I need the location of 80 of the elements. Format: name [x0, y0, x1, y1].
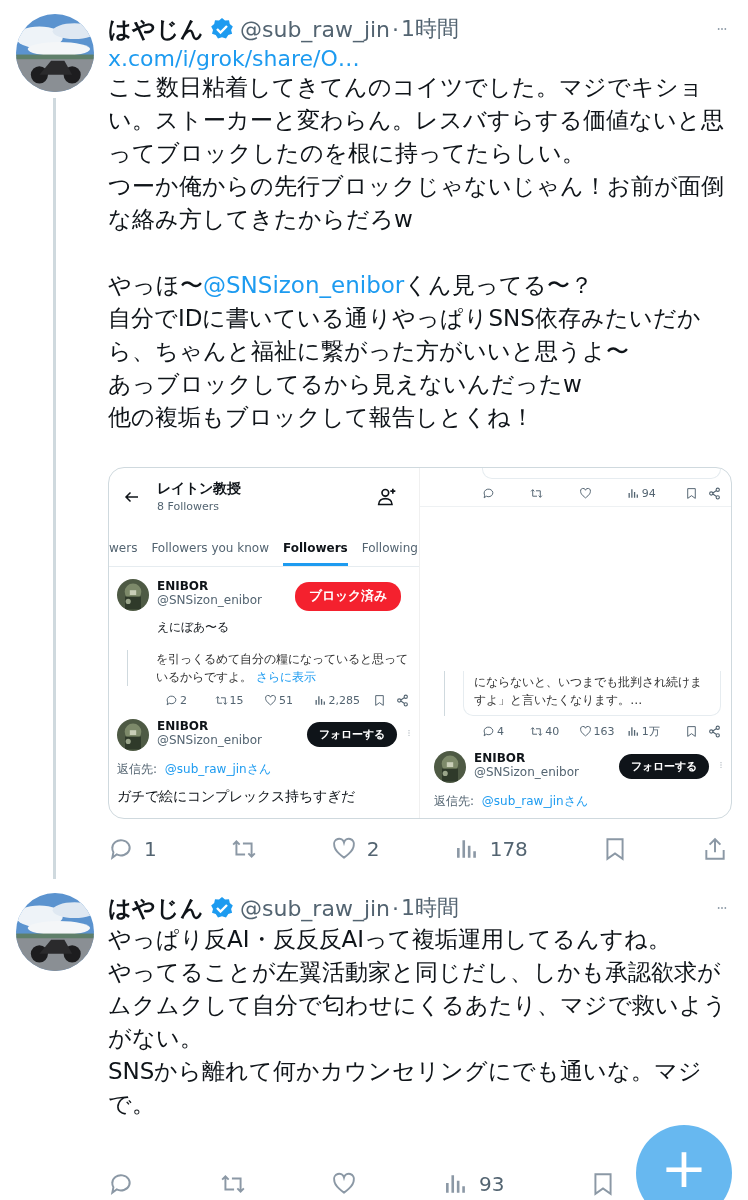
bar-chart-icon[interactable]: [313, 694, 327, 707]
post-text: つーか俺からの先行ブロックじゃないじゃん！お前が面倒な絡み方してきたからだろw: [108, 172, 725, 234]
separator-dot: ·: [392, 895, 400, 921]
bookmark-icon[interactable]: [685, 487, 698, 500]
reply-text: ガチで絵にコンプレックス持ちすぎだ: [117, 788, 356, 806]
bookmark-icon[interactable]: [373, 694, 386, 707]
link[interactable]: x.com/i/grok/share/O…: [108, 46, 360, 71]
compose-button[interactable]: +: [636, 1125, 732, 1200]
reply-icon[interactable]: [108, 836, 134, 862]
stat-count: 1万: [641, 724, 660, 739]
stat-count: 2,285: [328, 694, 360, 707]
tab[interactable]: wers: [109, 535, 138, 566]
stat-count: 51: [279, 694, 293, 707]
tab[interactable]: Followers you know: [151, 535, 269, 566]
reply-to-text: 返信先: @sub_raw_jinさん: [117, 761, 272, 778]
stat-count: 4: [497, 725, 504, 738]
retweet-icon[interactable]: [530, 487, 544, 500]
blocked-button[interactable]: ブロック済み: [295, 582, 401, 611]
show-more-link[interactable]: さらに表示: [256, 670, 317, 684]
post-text: あっブロックしてるから見えないんだったw: [108, 370, 583, 399]
author-name: はやじん: [108, 14, 204, 44]
stat-count: 163: [593, 725, 615, 738]
retweet-icon[interactable]: [530, 725, 544, 738]
tab[interactable]: Following: [361, 535, 418, 566]
heart-icon[interactable]: [264, 694, 277, 707]
retweet-icon[interactable]: [214, 694, 228, 707]
action-count: 2: [366, 837, 380, 861]
author-name: はやじん: [108, 893, 204, 923]
stat-count: 2: [180, 694, 187, 707]
reply-icon[interactable]: [165, 694, 178, 707]
bio-text: えにぼあ〜る: [157, 619, 230, 636]
quoted-text: にならないと、いつまでも批判され続けますよ」と言いたくなります。…: [463, 671, 721, 716]
user-handle: @SNSizon_enibor: [157, 733, 263, 747]
post-text: やっぱり反AI・反反反AIって複垢運用してるんすね。: [108, 925, 673, 954]
post-text: 自分でIDに書いている通りやっぱりSNS依存みたいだから、ちゃんと福祉に繋がった方がいいと思うよ〜: [108, 304, 702, 366]
action-count: 93: [479, 1172, 505, 1196]
stat-count: 40: [545, 725, 560, 738]
post-time: 1時間: [401, 15, 460, 43]
reply-icon[interactable]: [482, 725, 495, 738]
user-handle: @SNSizon_enibor: [474, 765, 580, 779]
user-handle: @sub_raw_jin: [240, 895, 391, 921]
user-name: ENIBOR: [157, 579, 210, 593]
heart-icon[interactable]: [578, 725, 592, 738]
mention-link[interactable]: @SNSizon_enibor: [203, 272, 405, 298]
bar-chart-icon[interactable]: [626, 487, 640, 500]
bar-chart-icon[interactable]: [626, 725, 640, 738]
profile-title: レイトン教授: [157, 480, 242, 498]
thread-line: [444, 671, 446, 716]
quoted-text: を引っくるめて自分の糧になっていると思っているからですよ。 さらに表示: [156, 651, 410, 686]
post-time: 1時間: [401, 894, 460, 922]
post-text: やっほ〜@SNSizon_enibor くん見ってる〜？: [108, 271, 595, 300]
stat-count: 94: [641, 487, 656, 500]
action-count: 178: [489, 837, 528, 861]
share-icon[interactable]: [708, 487, 721, 500]
user-name: ENIBOR: [157, 719, 210, 733]
post-text: 他の複垢もブロックして報告しとくね！: [108, 403, 535, 432]
mention-link[interactable]: @sub_raw_jinさん: [481, 794, 588, 808]
post-text: SNSから離れて何かカウンセリングにでも通いな。マジで。: [108, 1057, 704, 1119]
reply-icon[interactable]: [482, 487, 495, 500]
mention-link[interactable]: @sub_raw_jinさん: [164, 762, 271, 776]
user-name: ENIBOR: [474, 751, 527, 765]
bookmark-icon[interactable]: [685, 725, 698, 738]
share-icon[interactable]: [708, 725, 721, 738]
action-count: 1: [144, 837, 157, 861]
follower-count: 8 Followers: [157, 500, 221, 513]
add-person-icon: [377, 486, 397, 507]
thread-line: [127, 650, 129, 686]
user-handle: @sub_raw_jin: [240, 16, 391, 42]
stat-count: 15: [229, 694, 244, 707]
follow-button[interactable]: フォローする: [307, 722, 397, 747]
separator-dot: ·: [392, 16, 400, 42]
follow-button[interactable]: フォローする: [619, 754, 709, 779]
reply-icon[interactable]: [108, 1171, 134, 1197]
post-text: やってることが左翼活動家と同じだし、しかも承認欲求がムクムクして自分で匂わせにくるあたり、マジで救いようがない。: [108, 958, 728, 1053]
user-handle: @SNSizon_enibor: [157, 593, 263, 607]
tab[interactable]: Followers: [283, 535, 348, 566]
share-icon[interactable]: [396, 694, 409, 707]
post-text: ここ数日粘着してきてんのコイツでした。マジでキショい。ストーカーと変わらん。レスバすらする価値ないと思ってブロックしたのを根に持ってたらしい。: [108, 73, 725, 168]
reply-to-text: 返信先: @sub_raw_jinさん: [434, 793, 589, 810]
heart-icon[interactable]: [578, 487, 592, 500]
